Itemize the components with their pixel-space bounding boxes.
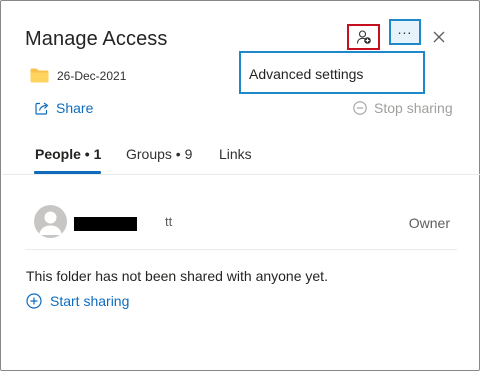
plus-circle-icon bbox=[26, 293, 42, 309]
add-people-button[interactable] bbox=[347, 24, 380, 50]
close-button[interactable] bbox=[429, 27, 449, 47]
people-divider bbox=[25, 249, 457, 250]
name-redaction bbox=[74, 217, 137, 231]
manage-access-dialog: Manage Access ... Advanced settings 26-D… bbox=[0, 0, 480, 371]
person-avatar-icon bbox=[39, 211, 62, 235]
menu-item-advanced-settings[interactable]: Advanced settings bbox=[249, 66, 363, 82]
close-icon bbox=[433, 31, 445, 43]
person-role: Owner bbox=[408, 215, 450, 231]
stop-sharing-label: Stop sharing bbox=[374, 100, 453, 116]
empty-state-message: This folder has not been shared with any… bbox=[26, 268, 328, 284]
share-label: Share bbox=[56, 100, 94, 116]
folder-info: 26-Dec-2021 bbox=[30, 68, 126, 83]
stop-sharing-icon bbox=[353, 101, 367, 115]
person-row: xxxxxxxxxxxxxxtt Owner bbox=[34, 205, 454, 239]
stop-sharing-button[interactable]: Stop sharing bbox=[353, 100, 453, 116]
folder-date: 26-Dec-2021 bbox=[57, 68, 127, 83]
dialog-title: Manage Access bbox=[25, 28, 168, 50]
tab-links[interactable]: Links bbox=[219, 146, 252, 162]
more-options-button[interactable]: ... bbox=[389, 19, 421, 45]
folder-icon bbox=[30, 68, 49, 83]
start-sharing-button[interactable]: Start sharing bbox=[26, 293, 129, 309]
start-sharing-label: Start sharing bbox=[50, 293, 130, 309]
avatar bbox=[34, 205, 67, 238]
share-button[interactable]: Share bbox=[35, 100, 93, 116]
more-options-menu: Advanced settings bbox=[239, 51, 425, 94]
tab-people[interactable]: People • 1 bbox=[35, 146, 101, 162]
add-people-icon bbox=[356, 30, 371, 44]
tabs-divider bbox=[2, 174, 480, 175]
share-icon bbox=[35, 102, 49, 115]
tab-groups[interactable]: Groups • 9 bbox=[126, 146, 192, 162]
more-options-icon: ... bbox=[397, 21, 413, 37]
